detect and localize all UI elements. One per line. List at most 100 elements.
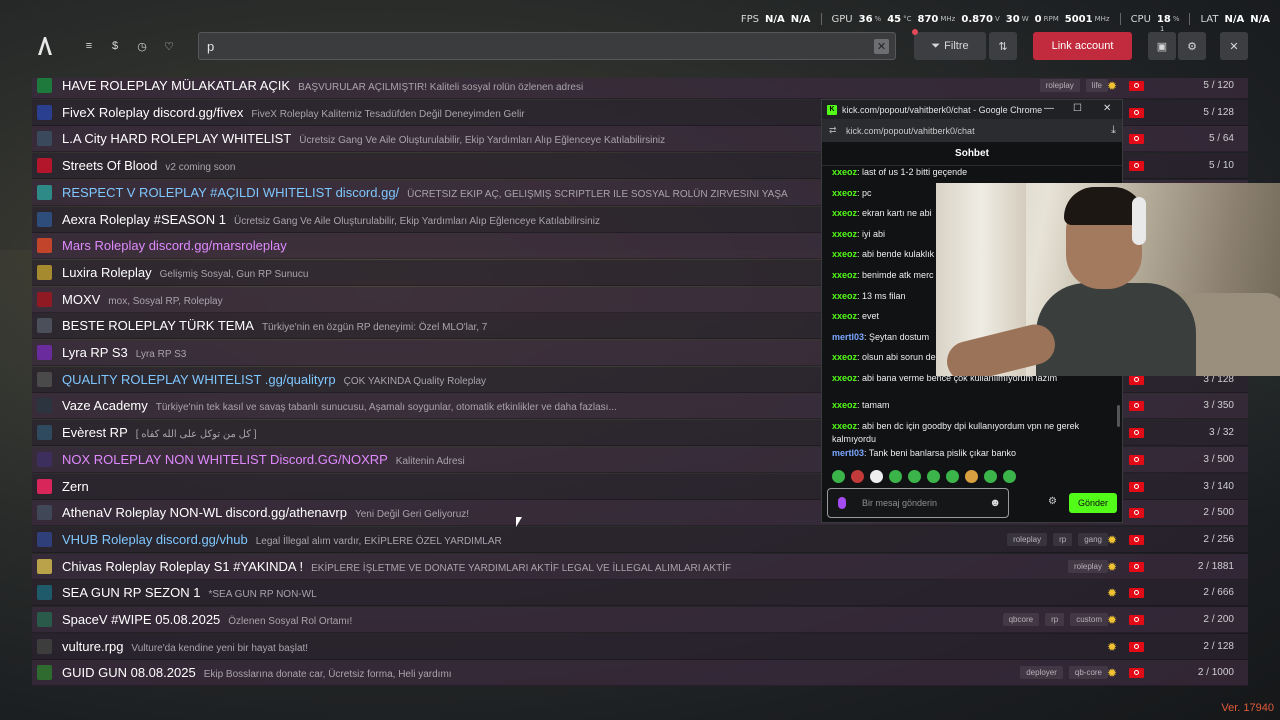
chat-username[interactable]: xxeoz bbox=[832, 208, 857, 218]
server-description: Özlenen Sosyal Rol Ortamı! bbox=[228, 616, 353, 627]
server-tag[interactable]: rp bbox=[1053, 533, 1073, 546]
chat-username[interactable]: mertl03 bbox=[832, 332, 864, 342]
emote-icon[interactable] bbox=[1003, 470, 1016, 483]
server-tag[interactable]: roleplay bbox=[1039, 79, 1080, 92]
server-row[interactable]: SEA GUN RP SEZON 1 *SEA GUN RP NON-WL ✹ 2 /… bbox=[32, 580, 1248, 606]
link-account-button[interactable]: Link account bbox=[1033, 32, 1132, 60]
emote-icon[interactable] bbox=[832, 470, 845, 483]
server-description: *SEA GUN RP NON-WL bbox=[208, 589, 317, 600]
chat-username[interactable]: xxeoz bbox=[832, 270, 857, 280]
send-button[interactable]: Gönder bbox=[1069, 493, 1117, 513]
server-search-input[interactable]: p ✕ bbox=[198, 32, 896, 60]
emote-icon[interactable] bbox=[908, 470, 921, 483]
server-tag[interactable]: deployer bbox=[1020, 666, 1063, 679]
chat-username[interactable]: xxeoz bbox=[832, 229, 857, 239]
filter-button[interactable]: ⏷ Filtre bbox=[914, 32, 986, 60]
server-row[interactable]: GUID GUN 08.08.2025 Ekip Bosslarına donat… bbox=[32, 660, 1248, 686]
close-button[interactable]: ✕ bbox=[1220, 32, 1248, 60]
settings-button[interactable]: ⚙ bbox=[1178, 32, 1206, 60]
chat-text: abi ben dc için goodby dpi kullanıyordum… bbox=[832, 420, 1080, 444]
server-tag[interactable]: life bbox=[1085, 79, 1108, 92]
server-tag[interactable]: roleplay bbox=[1067, 560, 1108, 573]
chat-message-input[interactable]: Bir mesaj gönderin ☻ bbox=[827, 488, 1009, 518]
chat-username[interactable]: xxeoz bbox=[832, 188, 857, 198]
chat-username[interactable]: mertl03 bbox=[832, 448, 864, 458]
server-name-text: Aexra Roleplay #SEASON 1 bbox=[62, 212, 227, 227]
history-clock-icon[interactable]: ◷ bbox=[135, 39, 149, 53]
favorites-heart-icon[interactable]: ♡ bbox=[162, 39, 176, 53]
close-window-icon[interactable]: ✕ bbox=[1103, 103, 1111, 114]
chat-username[interactable]: xxeoz bbox=[832, 352, 857, 362]
chat-username[interactable]: xxeoz bbox=[832, 311, 857, 321]
server-name-text: L.A City HARD ROLEPLAY WHITELIST bbox=[62, 131, 292, 146]
server-icon bbox=[37, 665, 52, 680]
mouse-cursor-icon bbox=[516, 517, 522, 527]
emoji-icon[interactable]: ☻ bbox=[989, 497, 1001, 509]
emote-icon[interactable] bbox=[851, 470, 864, 483]
turkey-flag-icon bbox=[1129, 133, 1144, 144]
sort-button[interactable]: ⇅ bbox=[989, 32, 1017, 60]
player-count: 5 / 10 bbox=[1208, 160, 1234, 171]
server-description: Ücretsiz Gang Ve Aile Oluşturulabilir, E… bbox=[299, 135, 666, 146]
chat-username[interactable]: xxeoz bbox=[832, 421, 857, 431]
emote-bar bbox=[832, 470, 1016, 483]
server-tag[interactable]: qbcore bbox=[1002, 613, 1040, 626]
server-icon bbox=[37, 639, 52, 654]
chat-text: Şeytan dostum bbox=[869, 331, 930, 342]
turkey-flag-icon bbox=[1129, 160, 1144, 171]
server-icon bbox=[37, 238, 52, 253]
popup-title-bar[interactable]: K kick.com/popout/vahitberk0/chat - Goog… bbox=[822, 100, 1122, 119]
maximize-icon[interactable]: ☐ bbox=[1073, 103, 1082, 114]
lat-value: N/A bbox=[1224, 13, 1245, 25]
chat-username[interactable]: xxeoz bbox=[832, 400, 857, 410]
chat-username[interactable]: xxeoz bbox=[832, 291, 857, 301]
divider bbox=[820, 13, 822, 25]
emote-icon[interactable] bbox=[870, 470, 883, 483]
server-row[interactable]: HAVE ROLEPLAY MÜLAKATLAR AÇIK BAŞVURULAR … bbox=[32, 78, 1248, 99]
cpu-load: 18 bbox=[1156, 13, 1171, 25]
bell-icon: ▣ bbox=[1156, 40, 1168, 53]
boost-sun-icon: ✹ bbox=[1107, 559, 1118, 574]
server-tag[interactable]: gang bbox=[1078, 533, 1108, 546]
server-tag[interactable]: qb-core bbox=[1068, 666, 1108, 679]
premium-dollar-icon[interactable]: $ bbox=[108, 39, 122, 53]
server-row[interactable]: vulture.rpg Vulture'da kendine yeni bir h… bbox=[32, 634, 1248, 660]
chat-username[interactable]: xxeoz bbox=[832, 167, 857, 177]
chat-text: iyi abi bbox=[862, 228, 886, 239]
server-tag[interactable]: custom bbox=[1070, 613, 1108, 626]
server-row[interactable]: Chivas Roleplay Roleplay S1 #YAKINDA ! EK… bbox=[32, 554, 1248, 580]
clear-search-icon[interactable]: ✕ bbox=[874, 39, 889, 54]
download-icon[interactable]: ⤓ bbox=[1111, 124, 1116, 137]
emote-icon[interactable] bbox=[965, 470, 978, 483]
emote-icon[interactable] bbox=[946, 470, 959, 483]
list-icon[interactable]: ≡ bbox=[82, 39, 96, 53]
site-settings-icon[interactable]: ⇄ bbox=[829, 125, 837, 136]
emote-icon[interactable] bbox=[889, 470, 902, 483]
notifications-button[interactable]: 1 ▣ bbox=[1148, 26, 1176, 60]
server-tag[interactable]: rp bbox=[1045, 613, 1065, 626]
turkey-flag-icon bbox=[1129, 587, 1144, 598]
server-tag[interactable]: roleplay bbox=[1007, 533, 1048, 546]
chat-username[interactable]: xxeoz bbox=[832, 373, 857, 383]
server-icon bbox=[37, 479, 52, 494]
microphone-icon[interactable] bbox=[838, 497, 846, 509]
chat-settings-icon[interactable]: ⚙ bbox=[1048, 496, 1057, 507]
server-name-text: NOX ROLEPLAY NON WHITELIST Discord.GG/NO… bbox=[62, 452, 388, 467]
server-row[interactable]: SpaceV #WIPE 05.08.2025 Özlenen Sosyal Ro… bbox=[32, 607, 1248, 633]
server-description: Yeni Değil Geri Geliyoruz! bbox=[354, 509, 470, 520]
emote-icon[interactable] bbox=[984, 470, 997, 483]
fivem-logo-icon[interactable] bbox=[37, 36, 53, 56]
server-name: GUID GUN 08.08.2025 Ekip Bosslarına donat… bbox=[62, 665, 452, 680]
gpu-clock: 870 bbox=[917, 13, 939, 25]
minimize-icon[interactable]: — bbox=[1044, 103, 1054, 114]
server-name: MOXV mox, Sosyal RP, Roleplay bbox=[62, 292, 223, 307]
popup-url-bar[interactable]: ⇄ kick.com/popout/vahitberk0/chat ⤓ bbox=[822, 119, 1122, 142]
funnel-icon: ⏷ bbox=[931, 39, 941, 52]
server-row[interactable]: VHUB Roleplay discord.gg/vhub Legal İlleg… bbox=[32, 527, 1248, 553]
emote-icon[interactable] bbox=[927, 470, 940, 483]
chat-username[interactable]: xxeoz bbox=[832, 249, 857, 259]
server-icon bbox=[37, 265, 52, 280]
chat-scrollbar[interactable] bbox=[1117, 405, 1120, 427]
server-description: BAŞVURULAR AÇILMIŞTIR! Kaliteli sosyal r… bbox=[298, 82, 584, 93]
server-name-text: SpaceV #WIPE 05.08.2025 bbox=[62, 612, 221, 627]
